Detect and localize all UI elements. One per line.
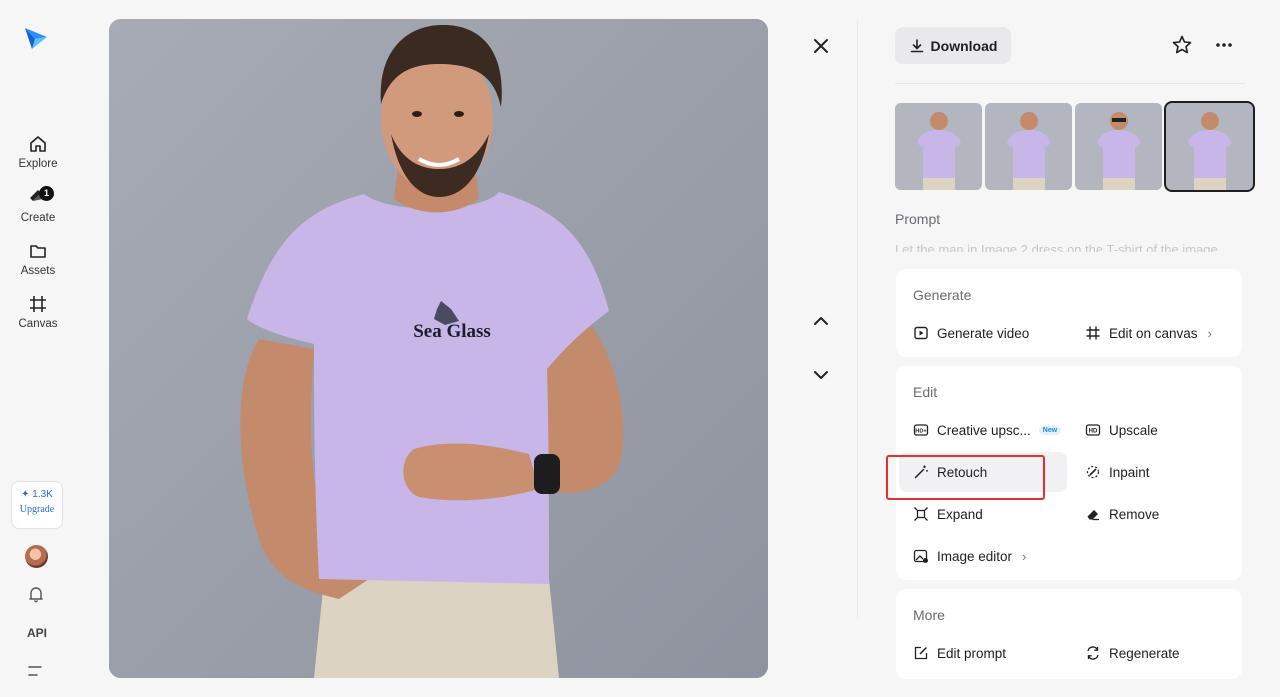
star-icon[interactable] <box>1171 34 1193 56</box>
sidebar-item-explore[interactable]: Explore <box>8 133 68 179</box>
upgrade-button[interactable]: ✦ 1.3K Upgrade <box>11 481 63 529</box>
folder-icon <box>30 245 46 258</box>
chevron-up-icon[interactable] <box>808 308 834 334</box>
regenerate-label: Regenerate <box>1109 645 1180 661</box>
sidebar-item-label: Explore <box>18 158 58 170</box>
avatar[interactable] <box>25 545 48 568</box>
thumbnail-1[interactable] <box>895 103 982 190</box>
home-icon <box>30 136 46 152</box>
more-card: More Edit prompt Regenerate <box>896 589 1242 679</box>
thumbnail-3[interactable] <box>1075 103 1162 190</box>
edit-prompt-icon <box>914 646 928 660</box>
chevron-right-icon: › <box>1207 325 1212 341</box>
edit-prompt-button[interactable]: Edit prompt <box>913 633 1006 673</box>
edit-on-canvas-button[interactable]: Edit on canvas › <box>1085 313 1212 353</box>
menu-icon[interactable] <box>28 664 44 678</box>
upscale-label: Upscale <box>1109 422 1158 438</box>
creative-upscale-button[interactable]: HD+ Creative upsc... New <box>913 410 1062 450</box>
generate-video-label: Generate video <box>937 325 1030 341</box>
edit-prompt-label: Edit prompt <box>937 645 1007 661</box>
sidebar-item-label: Canvas <box>18 318 58 330</box>
image-editor-label: Image editor <box>937 548 1013 564</box>
edit-on-canvas-label: Edit on canvas <box>1109 325 1198 341</box>
thumbnail-2[interactable] <box>985 103 1072 190</box>
expand-icon <box>914 507 928 521</box>
app-root: Explore 1 Create Assets Canvas ✦ 1.3K Up… <box>0 0 1280 697</box>
creative-upscale-label: Creative upsc... <box>937 422 1031 438</box>
hd-icon: HD+ <box>913 424 929 436</box>
inpaint-icon <box>1086 465 1100 479</box>
sidebar-item-label: Create <box>20 212 56 224</box>
play-icon <box>914 326 928 340</box>
left-sidebar: Explore 1 Create Assets Canvas ✦ 1.3K Up… <box>0 0 76 697</box>
logo-icon[interactable] <box>22 24 50 52</box>
bell-icon[interactable] <box>27 585 45 603</box>
sidebar-item-create[interactable]: 1 Create <box>8 186 68 233</box>
sidebar-item-assets[interactable]: Assets <box>8 240 68 286</box>
new-badge: New <box>1038 425 1062 435</box>
inpaint-button[interactable]: Inpaint <box>1085 452 1150 492</box>
more-title: More <box>913 607 945 623</box>
download-label: Download <box>930 37 998 54</box>
credits-count: ✦ 1.3K <box>21 489 53 500</box>
main-image: Sea Glass <box>109 19 768 678</box>
svg-text:HD: HD <box>1089 429 1098 435</box>
svg-text:HD+: HD+ <box>915 429 926 435</box>
panel-divider <box>857 19 858 619</box>
remove-label: Remove <box>1109 506 1160 522</box>
retouch-label: Retouch <box>937 464 988 480</box>
edit-title: Edit <box>913 384 938 400</box>
remove-button[interactable]: Remove <box>1085 494 1159 534</box>
chevron-right-icon: › <box>1022 548 1027 564</box>
retouch-button[interactable]: Retouch <box>899 452 1067 492</box>
upscale-button[interactable]: HD Upscale <box>1085 410 1158 450</box>
canvas-icon <box>30 296 46 312</box>
close-icon[interactable] <box>808 33 834 59</box>
inpaint-label: Inpaint <box>1109 464 1150 480</box>
upgrade-label: Upgrade <box>19 504 55 515</box>
expand-button[interactable]: Expand <box>913 494 983 534</box>
chevron-down-icon[interactable] <box>808 362 834 388</box>
generate-video-button[interactable]: Generate video <box>913 313 1029 353</box>
generate-title: Generate <box>913 287 972 303</box>
api-link[interactable]: API <box>27 626 47 640</box>
prompt-title: Prompt <box>895 211 941 227</box>
expand-label: Expand <box>937 506 983 522</box>
create-count-badge: 1 <box>39 186 54 201</box>
image-editor-icon <box>913 549 928 563</box>
download-icon <box>910 38 923 52</box>
shirt-print-text: Sea Glass <box>413 321 491 342</box>
more-icon[interactable] <box>1213 34 1235 56</box>
eraser-icon <box>1087 510 1099 521</box>
sidebar-item-canvas[interactable]: Canvas <box>8 293 68 339</box>
crop-icon <box>1086 326 1100 340</box>
generate-card: Generate Generate video Edit on canvas › <box>896 269 1242 357</box>
sidebar-item-label: Assets <box>20 265 56 277</box>
regenerate-icon <box>1087 646 1099 660</box>
prompt-text: Let the man in Image 2 dress on the T-sh… <box>895 242 1218 252</box>
hd-icon: HD <box>1085 424 1101 436</box>
regenerate-button[interactable]: Regenerate <box>1085 633 1180 673</box>
download-button[interactable]: Download <box>895 27 1011 64</box>
edit-card: Edit HD+ Creative upsc... New HD Upscale… <box>896 366 1242 580</box>
header-divider <box>895 83 1245 84</box>
thumbnail-4-selected[interactable] <box>1164 101 1255 192</box>
wand-icon <box>914 465 928 479</box>
image-editor-button[interactable]: Image editor › <box>913 536 1026 576</box>
